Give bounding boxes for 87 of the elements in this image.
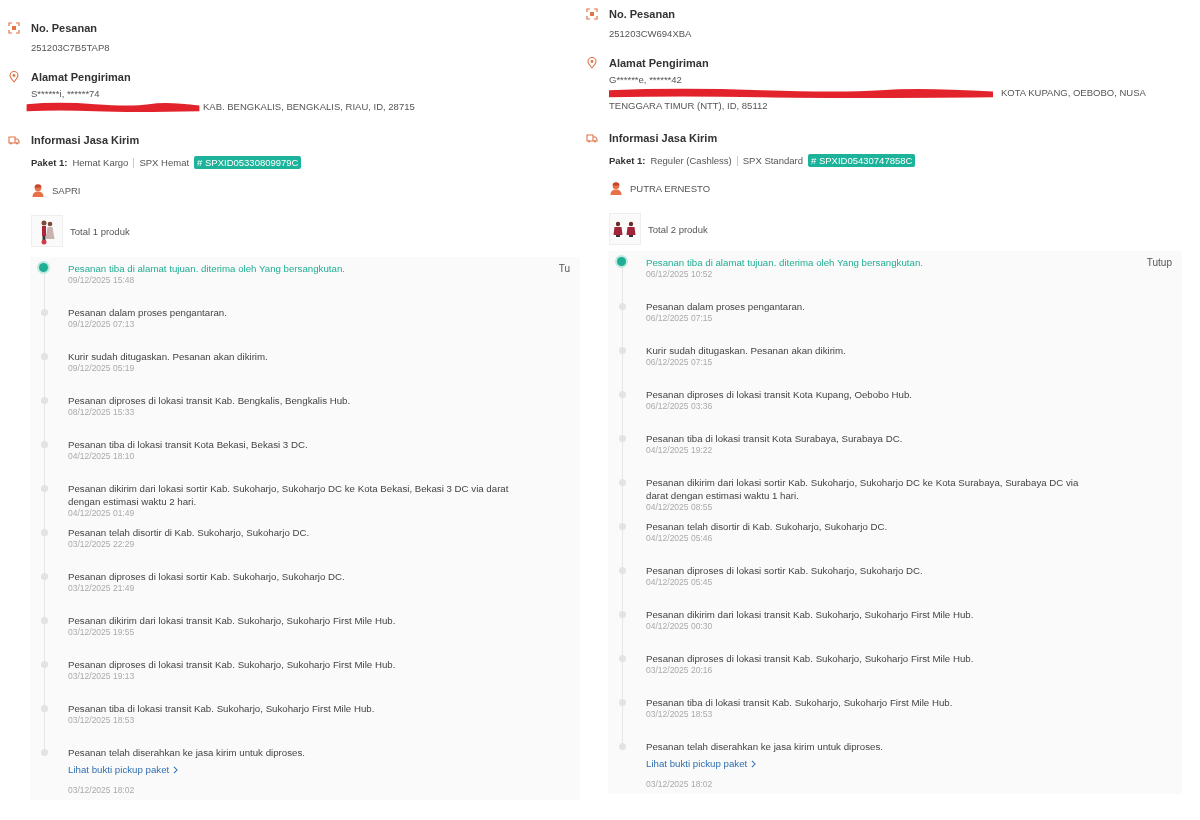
event-time: 03/12/2025 22:29 [68, 539, 136, 550]
chevron-right-icon [751, 760, 757, 768]
product-count: Total 1 produk [70, 225, 130, 237]
section-title: Informasi Jasa Kirim [31, 133, 141, 148]
event-text: Pesanan dikirim dari lokasi sortir Kab. Sukoharjo, Sukoharjo DC ke Kota Bekasi, Bekasi 3 DC via darat dengan estimasi waktu 2 hari. [68, 482, 510, 508]
pickup-proof-link[interactable]: Lihat bukti pickup paket [68, 763, 179, 777]
event-time: 04/12/2025 08:55 [646, 502, 714, 513]
tracking-badge: # SPXID05330809979C [194, 156, 302, 169]
event-text: Pesanan diproses di lokasi sortir Kab. Sukoharjo, Sukoharjo DC. [68, 570, 345, 583]
event-text: Pesanan telah diserahkan ke jasa kirim untuk diproses. [646, 740, 883, 753]
event-text: Pesanan dikirim dari lokasi transit Kab. Sukoharjo, Sukoharjo First Mile Hub. [646, 608, 974, 621]
order-number: 251203CW694XBA [609, 28, 693, 39]
event-text: Pesanan tiba di lokasi transit Kab. Sukoharjo, Sukoharjo First Mile Hub. [68, 702, 375, 715]
person-icon [31, 183, 45, 197]
event-time: 03/12/2025 19:13 [68, 671, 136, 682]
event-text: Kurir sudah ditugaskan. Pesanan akan dikirim. [646, 344, 846, 357]
event-text: Pesanan tiba di lokasi transit Kota Bekasi, Bekasi 3 DC. [68, 438, 308, 451]
event-time: 04/12/2025 00:30 [646, 621, 714, 632]
event-time: 03/12/2025 18:02 [646, 779, 714, 790]
event-time: 06/12/2025 10:52 [646, 269, 714, 280]
truck-icon [8, 134, 20, 146]
event-time: 04/12/2025 01:49 [68, 508, 136, 519]
pickup-proof-link[interactable]: Lihat bukti pickup paket [646, 757, 757, 771]
recipient-text: S******i, ******74 [31, 88, 101, 100]
event-time: 04/12/2025 05:46 [646, 533, 714, 544]
address-text: KOTA KUPANG, OEBOBO, NUSA [1001, 87, 1146, 99]
event-text: Pesanan diproses di lokasi transit Kab. Sukoharjo, Sukoharjo First Mile Hub. [68, 658, 396, 671]
courier-text: SPX Hemat [139, 157, 190, 168]
courier-text: SPX Standard [742, 155, 803, 166]
location-pin-icon [586, 57, 598, 69]
event-time: 03/12/2025 21:49 [68, 583, 136, 594]
section-title: Alamat Pengiriman [609, 56, 710, 71]
event-text: Pesanan tiba di alamat tujuan. diterima oleh Yang bersangkutan. [646, 256, 923, 269]
event-time: 03/12/2025 18:53 [68, 715, 136, 726]
event-text: Pesanan diproses di lokasi transit Kota Kupang, Oebobo Hub. [646, 388, 913, 401]
event-time: 03/12/2025 20:16 [646, 665, 714, 676]
event-time: 09/12/2025 15:48 [68, 275, 136, 286]
event-time: 06/12/2025 03:36 [646, 401, 714, 412]
event-time: 04/12/2025 18:10 [68, 451, 136, 462]
section-title: No. Pesanan [609, 7, 677, 22]
event-time: 08/12/2025 15:33 [68, 407, 136, 418]
event-time: 06/12/2025 07:15 [646, 313, 714, 324]
event-text: Pesanan tiba di alamat tujuan. diterima oleh Yang bersangkutan. [68, 262, 345, 275]
event-text: Pesanan diproses di lokasi transit Kab. Sukoharjo, Sukoharjo First Mile Hub. [646, 652, 974, 665]
event-text: Kurir sudah ditugaskan. Pesanan akan dikirim. [68, 350, 268, 363]
section-title: Informasi Jasa Kirim [609, 131, 719, 146]
recipient-text: G******e, ******42 [609, 74, 683, 86]
event-time: 06/12/2025 07:15 [646, 357, 714, 368]
driver-name: PUTRA ERNESTO [630, 182, 711, 194]
package-label: Paket 1: [31, 157, 68, 168]
event-time: 09/12/2025 07:13 [68, 319, 136, 330]
address-text: KAB. BENGKALIS, BENGKALIS, RIAU, ID, 28715 [203, 101, 415, 113]
event-text: Pesanan tiba di lokasi transit Kab. Sukoharjo, Sukoharjo First Mile Hub. [646, 696, 953, 709]
location-pin-icon [8, 71, 20, 83]
order-icon [586, 8, 598, 20]
event-time: 04/12/2025 05:45 [646, 577, 714, 588]
service-text: Reguler (Cashless) [650, 155, 732, 166]
driver-name: SAPRI [52, 184, 81, 196]
order-icon [8, 22, 20, 34]
event-text: Pesanan telah diserahkan ke jasa kirim untuk diproses. [68, 746, 305, 759]
section-title: Alamat Pengiriman [31, 70, 132, 85]
event-text: Pesanan dalam proses pengantaran. [646, 300, 805, 313]
section-title: No. Pesanan [31, 21, 99, 36]
event-time: 03/12/2025 19:55 [68, 627, 136, 638]
event-text: Pesanan telah disortir di Kab. Sukoharjo, Sukoharjo DC. [646, 520, 888, 533]
person-icon [609, 181, 623, 195]
tracking-badge: # SPXID05430747858C [807, 154, 916, 167]
event-time: 03/12/2025 18:53 [646, 709, 714, 720]
event-text: Pesanan tiba di lokasi transit Kota Surabaya, Surabaya DC. [646, 432, 903, 445]
event-text: Pesanan dikirim dari lokasi transit Kab. Sukoharjo, Sukoharjo First Mile Hub. [68, 614, 396, 627]
address-text: TENGGARA TIMUR (NTT), ID, 85112 [609, 100, 769, 112]
close-link[interactable]: Tu [558, 263, 570, 274]
event-text: Pesanan dikirim dari lokasi sortir Kab. Sukoharjo, Sukoharjo DC ke Kota Surabaya, Surabaya DC via darat dengan estimasi waktu 1 hari. [646, 476, 1080, 502]
product-count: Total 2 produk [648, 223, 708, 235]
event-time: 03/12/2025 18:02 [68, 785, 136, 796]
event-text: Pesanan dalam proses pengantaran. [68, 306, 227, 319]
event-time: 09/12/2025 05:19 [68, 363, 136, 374]
order-number: 251203C7B5TAP8 [31, 42, 111, 53]
event-time: 04/12/2025 19:22 [646, 445, 714, 456]
event-text: Pesanan telah disortir di Kab. Sukoharjo, Sukoharjo DC. [68, 526, 310, 539]
close-link[interactable]: Tutup [1146, 257, 1172, 268]
event-text: Pesanan diproses di lokasi transit Kab. Bengkalis, Bengkalis Hub. [68, 394, 351, 407]
event-text: Pesanan diproses di lokasi sortir Kab. Sukoharjo, Sukoharjo DC. [646, 564, 923, 577]
service-text: Hemat Kargo [72, 157, 129, 168]
package-label: Paket 1: [609, 155, 646, 166]
truck-icon [586, 132, 598, 144]
chevron-right-icon [173, 766, 179, 774]
